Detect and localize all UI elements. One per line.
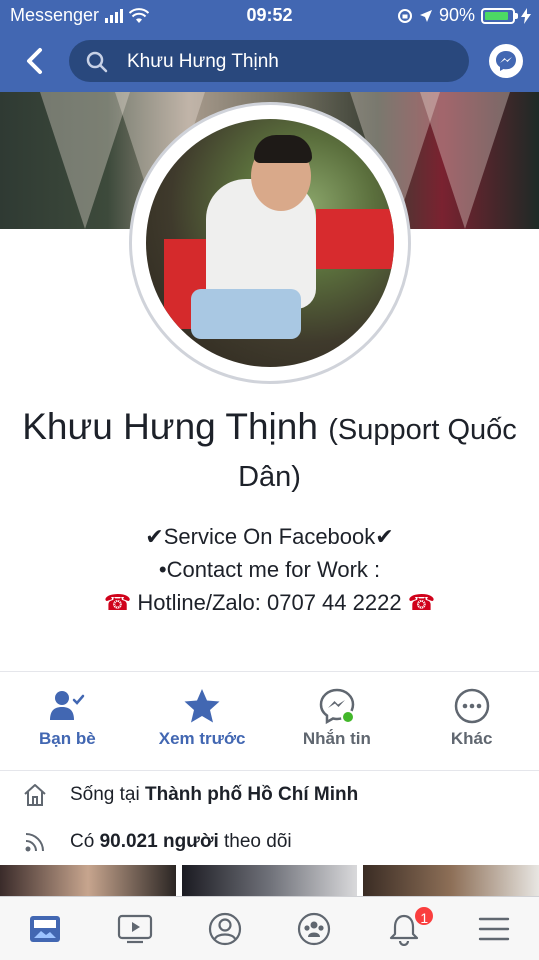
bottom-tab-bar: 1 xyxy=(0,896,539,960)
battery-icon xyxy=(481,7,518,24)
divider xyxy=(0,671,539,672)
star-icon-wrap xyxy=(135,686,270,726)
profile-picture-frame[interactable] xyxy=(129,102,411,384)
notification-badge: 1 xyxy=(413,905,436,927)
bio-line: •Contact me for Work : xyxy=(158,557,381,582)
bio-line: ☎ Hotline/Zalo: 0707 44 2222 ☎ xyxy=(0,586,539,619)
search-query[interactable]: Khưu Hưng Thịnh xyxy=(127,51,279,73)
top-bar: Messenger 09:52 90% Khưu Hưng Thịnh xyxy=(0,0,539,92)
home-icon xyxy=(24,784,46,806)
bio-line: ✔Service On Facebook✔ xyxy=(145,524,394,549)
friends-button[interactable]: Bạn bè xyxy=(0,686,135,756)
watch-icon xyxy=(117,914,152,943)
messenger-icon xyxy=(496,51,516,71)
tab-menu[interactable] xyxy=(449,897,539,960)
star-icon xyxy=(184,689,220,723)
profile-picture[interactable] xyxy=(146,119,394,367)
messenger-icon xyxy=(319,688,355,725)
preview-button[interactable]: Xem trước xyxy=(135,686,270,756)
tab-groups[interactable] xyxy=(269,897,359,960)
profile-name: Khưu Hưng Thịnh (Support Quốc Dân) xyxy=(0,405,539,499)
photo-strip xyxy=(0,865,539,899)
lives-in-city[interactable]: Thành phố Hồ Chí Minh xyxy=(145,784,358,806)
profile-name-text: Khưu Hưng Thịnh xyxy=(22,406,318,447)
friends-check-icon xyxy=(50,691,85,720)
status-bar: Messenger 09:52 90% xyxy=(0,0,539,32)
followers-suffix: theo dõi xyxy=(224,831,292,852)
followers-row[interactable]: Có 90.021 người theo dõi xyxy=(0,822,539,862)
telephone-icon: ☎ xyxy=(407,590,436,615)
profile-alt-name: (Support Quốc xyxy=(328,414,517,446)
profile-icon xyxy=(208,912,241,945)
rss-icon-wrap xyxy=(0,829,70,855)
friends-icon-wrap xyxy=(0,686,135,726)
hotline-text: Hotline/Zalo: 0707 44 2222 xyxy=(137,590,402,615)
tab-news-feed[interactable] xyxy=(0,897,90,960)
followers-count: 90.021 người xyxy=(99,831,219,852)
battery-fill xyxy=(485,11,509,20)
friend-photo[interactable] xyxy=(181,865,358,899)
followers-rss-icon xyxy=(25,833,44,852)
friends-label: Bạn bè xyxy=(39,729,96,748)
charging-icon xyxy=(521,7,531,24)
profile-actions: Bạn bè Xem trước Nhắn tin Khác xyxy=(0,686,539,756)
lives-in-prefix: Sống tại xyxy=(70,784,140,805)
message-label: Nhắn tin xyxy=(302,729,371,748)
photo-hair xyxy=(254,135,312,163)
profile-bio: ✔Service On Facebook✔ •Contact me for Wo… xyxy=(0,520,539,619)
friend-photo[interactable] xyxy=(0,865,176,899)
status-right: 90% xyxy=(397,5,531,26)
rotation-lock-icon xyxy=(397,8,412,23)
search-icon xyxy=(86,51,108,73)
home-icon-wrap xyxy=(0,782,70,808)
lives-in-row[interactable]: Sống tại Thành phố Hồ Chí Minh xyxy=(0,775,539,815)
back-arrow-icon[interactable] xyxy=(20,44,50,78)
more-button[interactable]: Khác xyxy=(404,686,539,756)
message-button[interactable]: Nhắn tin xyxy=(270,686,405,756)
search-field[interactable]: Khưu Hưng Thịnh xyxy=(69,40,469,82)
more-icon xyxy=(454,688,489,724)
battery-percent: 90% xyxy=(438,5,475,25)
cover-pattern xyxy=(420,92,510,229)
tab-profile[interactable] xyxy=(180,897,270,960)
location-icon xyxy=(419,9,432,22)
preview-label: Xem trước xyxy=(158,729,246,748)
nav-bar: Khưu Hưng Thịnh xyxy=(0,38,539,84)
message-icon-wrap xyxy=(270,686,405,726)
more-icon-wrap xyxy=(404,686,539,726)
divider xyxy=(0,770,539,771)
groups-icon xyxy=(298,912,331,945)
friend-photo[interactable] xyxy=(363,865,539,899)
news-feed-icon xyxy=(29,915,60,942)
profile-alt-name-cont: Dân) xyxy=(238,461,301,493)
menu-icon xyxy=(478,917,510,940)
more-label: Khác xyxy=(450,729,493,748)
tab-watch[interactable] xyxy=(90,897,180,960)
followers-prefix: Có xyxy=(70,831,95,852)
photo-shorts xyxy=(191,289,301,339)
messenger-button[interactable] xyxy=(489,44,523,78)
photo-table xyxy=(316,209,394,269)
tab-notifications[interactable]: 1 xyxy=(359,897,449,960)
telephone-icon: ☎ xyxy=(103,590,132,615)
